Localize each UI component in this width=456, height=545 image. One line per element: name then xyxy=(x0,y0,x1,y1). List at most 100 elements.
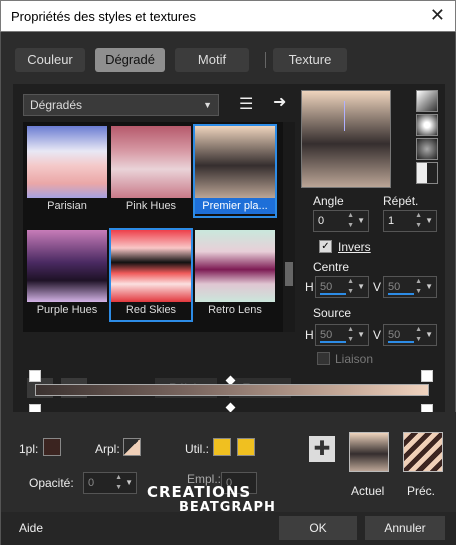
util-color-1[interactable] xyxy=(213,438,231,456)
foreground-color-box[interactable] xyxy=(43,438,61,456)
center-v-label: V xyxy=(373,280,382,294)
spin-arrows-icon[interactable]: ▲ ▼ xyxy=(115,473,122,493)
spin-arrows-icon[interactable]: ▲ ▼ xyxy=(415,211,422,231)
source-h-input[interactable]: 50 ▲ ▼ ▼ xyxy=(315,324,369,346)
current-swatch[interactable] xyxy=(349,432,389,472)
swatch-label: Purple Hues xyxy=(36,304,98,316)
chevron-down-icon[interactable]: ▼ xyxy=(357,325,365,345)
opacite-label: Opacité: xyxy=(29,476,74,490)
gradient-stop-top-left[interactable] xyxy=(29,370,41,382)
tab-motif[interactable]: Motif xyxy=(175,48,249,72)
previous-label: Préc. xyxy=(407,484,436,498)
linear-style-button[interactable] xyxy=(416,90,438,112)
source-v-value: 50 xyxy=(388,329,401,341)
title-bar: Propriétés des styles et textures ✕ xyxy=(0,0,456,32)
chevron-down-icon[interactable]: ▼ xyxy=(125,473,133,493)
invert-label: Invers xyxy=(338,240,371,254)
spin-arrows-icon[interactable]: ▲ ▼ xyxy=(347,277,354,297)
current-label: Actuel xyxy=(351,484,385,498)
swatch-label: Red Skies xyxy=(125,304,177,316)
center-v-bar xyxy=(388,293,414,295)
angle-value: 0 xyxy=(318,215,325,227)
help-link[interactable]: Aide xyxy=(19,521,43,535)
scrollbar-thumb[interactable] xyxy=(285,262,293,286)
spin-arrows-icon[interactable]: ▲ ▼ xyxy=(415,325,422,345)
radial-style-button[interactable] xyxy=(416,138,438,160)
gallery-scrollbar[interactable] xyxy=(283,122,295,332)
rectangular-style-button[interactable] xyxy=(416,114,438,136)
swatch-premier-plan[interactable]: Premier pla... xyxy=(193,124,277,218)
angle-handle[interactable] xyxy=(344,101,345,131)
close-icon[interactable]: ✕ xyxy=(430,5,445,26)
link-checkbox[interactable] xyxy=(317,352,330,365)
swatch-gradient xyxy=(27,126,107,198)
dialog-footer: Aide OK Annuler xyxy=(1,512,456,545)
spin-arrows-icon[interactable]: ▲ ▼ xyxy=(347,325,354,345)
source-h-value: 50 xyxy=(320,329,333,341)
swatch-red-skies[interactable]: Red Skies xyxy=(109,228,193,322)
dialog-body: Couleur Dégradé Motif Texture Dégradés ▼… xyxy=(0,32,456,545)
swatch-label: Retro Lens xyxy=(208,304,262,316)
gradient-category-dropdown[interactable]: Dégradés ▼ xyxy=(23,94,219,116)
arpl-label: Arpl: xyxy=(95,442,120,456)
center-v-input[interactable]: 50 ▲ ▼ ▼ xyxy=(383,276,437,298)
swatch-pink-hues[interactable]: Pink Hues xyxy=(111,126,191,216)
source-v-input[interactable]: 50 ▲ ▼ ▼ xyxy=(383,324,437,346)
sunburst-style-button[interactable] xyxy=(416,162,438,184)
repeat-value: 1 xyxy=(388,215,395,227)
center-h-input[interactable]: 50 ▲ ▼ ▼ xyxy=(315,276,369,298)
center-h-label: H xyxy=(305,280,314,294)
repeat-label: Répét. xyxy=(383,194,419,208)
util-label: Util.: xyxy=(185,442,209,456)
invert-checkbox[interactable]: ✓ xyxy=(319,240,332,253)
add-swatch-button[interactable]: ✚ xyxy=(309,436,335,462)
swatch-parisian[interactable]: Parisian xyxy=(27,126,107,216)
source-v-label: V xyxy=(373,328,382,342)
swatch-label: Premier pla... xyxy=(195,198,275,214)
previous-swatch[interactable] xyxy=(403,432,443,472)
gradient-stop-top-right[interactable] xyxy=(421,370,433,382)
util-color-2[interactable] xyxy=(237,438,255,456)
chevron-down-icon[interactable]: ▼ xyxy=(357,211,365,231)
swatch-gradient xyxy=(111,126,191,198)
chevron-down-icon[interactable]: ▼ xyxy=(425,211,433,231)
cancel-button[interactable]: Annuler xyxy=(365,516,445,540)
tab-degrade[interactable]: Dégradé xyxy=(95,48,165,72)
repeat-input[interactable]: 1 ▲ ▼ ▼ xyxy=(383,210,437,232)
gradient-editor-bar[interactable] xyxy=(35,384,429,396)
opacite-input[interactable]: 0 ▲ ▼ ▼ xyxy=(83,472,137,494)
background-color-box[interactable] xyxy=(123,438,141,456)
gradient-preview[interactable] xyxy=(301,90,391,188)
swatch-purple-hues[interactable]: Purple Hues xyxy=(27,230,107,320)
angle-label: Angle xyxy=(313,194,344,208)
chevron-down-icon[interactable]: ▼ xyxy=(425,325,433,345)
ok-button[interactable]: OK xyxy=(279,516,357,540)
chevron-down-icon[interactable]: ▼ xyxy=(357,277,365,297)
tab-texture[interactable]: Texture xyxy=(273,48,347,72)
opacite-value: 0 xyxy=(88,477,95,489)
arrow-right-icon[interactable]: ➜ xyxy=(273,92,286,112)
tab-separator xyxy=(265,52,266,68)
chevron-down-icon: ▼ xyxy=(203,100,212,110)
center-v-value: 50 xyxy=(388,281,401,293)
center-h-bar xyxy=(320,293,346,295)
watermark-line1: CREATIONS xyxy=(147,483,252,501)
spin-arrows-icon[interactable]: ▲ ▼ xyxy=(347,211,354,231)
link-label: Liaison xyxy=(335,352,374,366)
window-title: Propriétés des styles et textures xyxy=(11,9,196,24)
angle-input[interactable]: 0 ▲ ▼ ▼ xyxy=(313,210,369,232)
gradient-gallery: Parisian Pink Hues Premier pla... Purple… xyxy=(23,122,293,332)
tab-couleur[interactable]: Couleur xyxy=(15,48,85,72)
swatch-retro-lens[interactable]: Retro Lens xyxy=(195,230,275,320)
source-label: Source xyxy=(313,306,352,320)
source-h-label: H xyxy=(305,328,314,342)
source-v-bar xyxy=(388,341,414,343)
center-label: Centre xyxy=(313,260,350,274)
notebook-icon[interactable]: ☰ xyxy=(239,94,253,114)
plan-label: 1pl: xyxy=(19,442,39,456)
swatch-gradient xyxy=(27,230,107,302)
swatch-label: Parisian xyxy=(47,200,87,212)
spin-arrows-icon[interactable]: ▲ ▼ xyxy=(415,277,422,297)
dropdown-label: Dégradés xyxy=(30,98,83,112)
chevron-down-icon[interactable]: ▼ xyxy=(425,277,433,297)
